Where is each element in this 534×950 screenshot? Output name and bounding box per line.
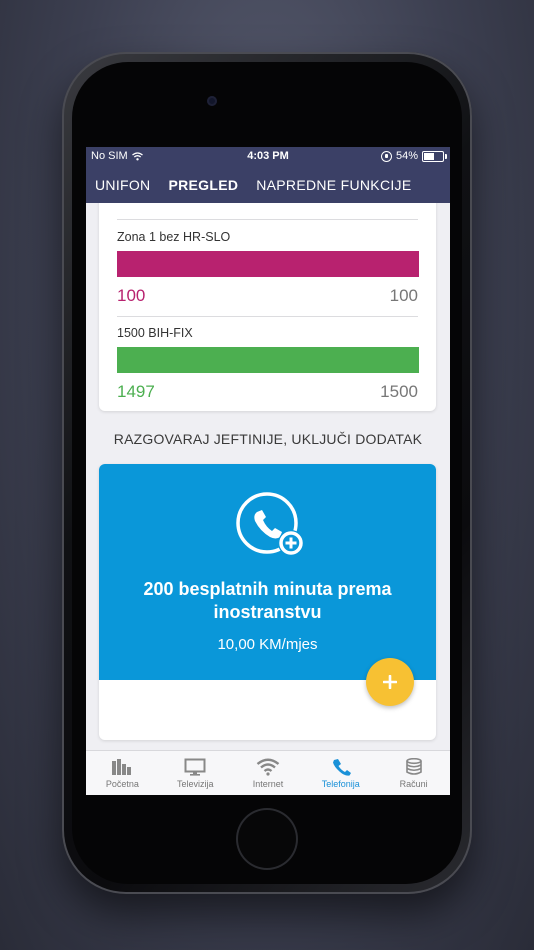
tab-label: Početna bbox=[105, 779, 139, 789]
usage-item-name: Zona 1 bez HR-SLO bbox=[117, 230, 231, 244]
phone-plus-icon bbox=[236, 492, 304, 556]
front-camera bbox=[207, 96, 217, 106]
usage-card: Zona 1 bez HR-SLO 100 100 1500 BIH-FIX 1… bbox=[99, 203, 436, 411]
promo-title-line: 200 besplatnih minuta prema bbox=[143, 579, 392, 599]
tab-racuni[interactable]: Računi bbox=[377, 751, 450, 795]
promo-title: 200 besplatnih minuta prema inostranstvu bbox=[109, 578, 426, 624]
tab-label: Računi bbox=[399, 779, 428, 789]
usage-total: 1500 bbox=[380, 382, 418, 401]
divider bbox=[117, 219, 418, 220]
bar-chart-icon bbox=[112, 759, 132, 775]
tab-unifon[interactable]: UNIFON bbox=[95, 177, 150, 193]
battery-icon bbox=[422, 150, 447, 162]
tab-label: Televizija bbox=[176, 779, 214, 789]
tv-icon bbox=[184, 758, 206, 776]
status-bar: No SIM 4:03 PM 54% bbox=[86, 147, 450, 167]
battery-tip bbox=[445, 153, 447, 159]
promo-price: 10,00 KM/mjes bbox=[217, 636, 318, 653]
tab-label: Internet bbox=[252, 779, 284, 789]
usage-remaining: 100 bbox=[117, 286, 146, 305]
usage-bar bbox=[117, 251, 419, 277]
usage-item-name: 1500 BIH-FIX bbox=[117, 326, 193, 340]
usage-bar bbox=[117, 347, 419, 373]
usage-remaining: 1497 bbox=[117, 382, 155, 401]
wifi-icon bbox=[256, 758, 280, 776]
phone-icon bbox=[332, 759, 351, 776]
promo-banner: 200 besplatnih minuta prema inostranstvu… bbox=[99, 464, 436, 680]
orientation-lock-icon bbox=[380, 150, 392, 162]
divider bbox=[117, 316, 418, 317]
coins-icon bbox=[405, 758, 422, 775]
tab-internet[interactable]: Internet bbox=[232, 751, 305, 795]
top-nav: UNIFON PREGLED NAPREDNE FUNKCIJE bbox=[86, 167, 450, 203]
tab-napredne-funkcije[interactable]: NAPREDNE FUNKCIJE bbox=[256, 177, 411, 193]
promo-heading: RAZGOVARAJ JEFTINIJE, UKLJUČI DODATAK bbox=[113, 431, 423, 447]
tab-telefonija[interactable]: Telefonija bbox=[304, 751, 377, 795]
scroll-content[interactable]: Zona 1 bez HR-SLO 100 100 1500 BIH-FIX 1… bbox=[86, 203, 450, 751]
tab-pocetna[interactable]: Početna bbox=[86, 751, 159, 795]
usage-total: 100 bbox=[389, 286, 418, 305]
battery-percent: 54% bbox=[395, 150, 418, 162]
promo-card[interactable]: 200 besplatnih minuta prema inostranstvu… bbox=[99, 464, 436, 740]
tab-pregled[interactable]: PREGLED bbox=[168, 177, 238, 193]
tab-televizija[interactable]: Televizija bbox=[159, 751, 232, 795]
bottom-tab-bar: Početna Televizija Internet Telefonija R… bbox=[86, 750, 450, 795]
app-screen: No SIM 4:03 PM 54% UNIFON PREGLED NAPRED… bbox=[86, 147, 450, 795]
battery-fill bbox=[424, 152, 434, 160]
status-right: 54% bbox=[380, 150, 447, 162]
add-addon-button[interactable] bbox=[366, 658, 414, 706]
promo-title-line: inostranstvu bbox=[213, 602, 322, 622]
home-button[interactable] bbox=[238, 810, 296, 868]
tab-label: Telefonija bbox=[321, 779, 360, 789]
plus-icon bbox=[383, 675, 397, 689]
